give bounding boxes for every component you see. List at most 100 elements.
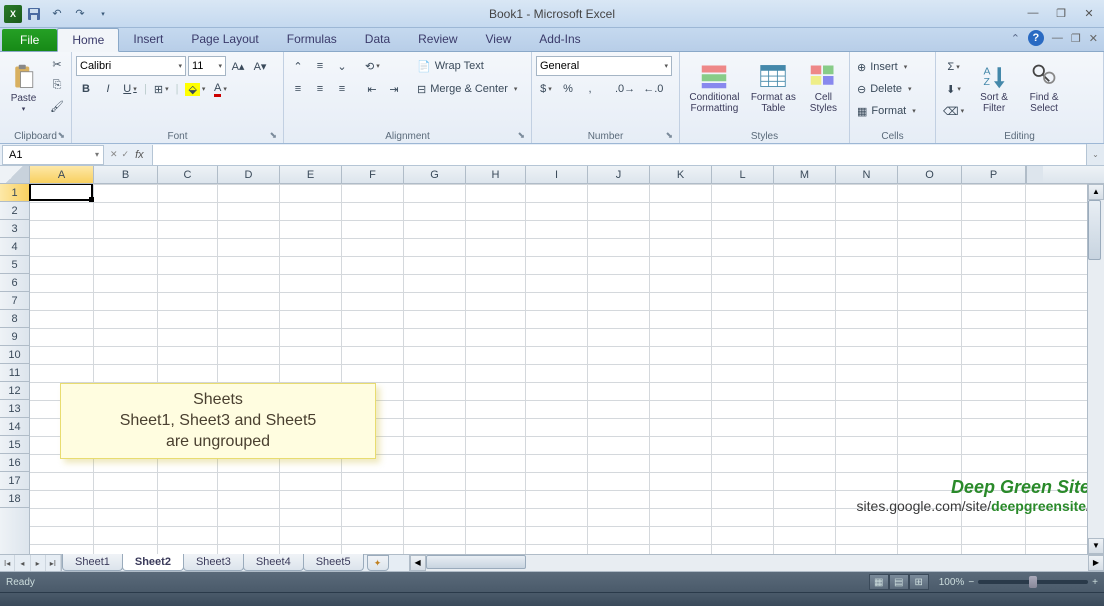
- mdi-restore-button[interactable]: ❐: [1071, 32, 1081, 45]
- row-header-1[interactable]: 1: [0, 184, 29, 202]
- shrink-font-button[interactable]: A▾: [250, 56, 270, 76]
- name-box[interactable]: A1: [2, 145, 104, 165]
- font-dialog-icon[interactable]: ⬊: [269, 130, 277, 141]
- prev-sheet-button[interactable]: ◂: [15, 555, 30, 571]
- col-header-G[interactable]: G: [404, 166, 466, 183]
- font-name-combo[interactable]: Calibri: [76, 56, 186, 76]
- paste-button[interactable]: Paste▾: [4, 54, 43, 122]
- last-sheet-button[interactable]: ▸I: [46, 555, 61, 571]
- number-format-combo[interactable]: General: [536, 56, 672, 76]
- row-header-8[interactable]: 8: [0, 310, 29, 328]
- font-color-button[interactable]: A: [210, 79, 230, 99]
- row-header-17[interactable]: 17: [0, 472, 29, 490]
- orientation-button[interactable]: ⟲: [362, 56, 383, 76]
- find-select-button[interactable]: Find & Select: [1021, 54, 1067, 122]
- align-middle-button[interactable]: ≡: [310, 56, 330, 76]
- col-header-D[interactable]: D: [218, 166, 280, 183]
- number-dialog-icon[interactable]: ⬊: [665, 130, 673, 141]
- scroll-left-button[interactable]: ◀: [410, 555, 426, 571]
- sort-filter-button[interactable]: AZ Sort & Filter: [971, 54, 1017, 122]
- conditional-formatting-button[interactable]: Conditional Formatting: [684, 54, 745, 122]
- clear-button[interactable]: ⌫: [940, 100, 967, 122]
- align-bottom-button[interactable]: ⌄: [332, 56, 352, 76]
- expand-formula-bar-icon[interactable]: ⌄: [1086, 144, 1104, 165]
- align-right-button[interactable]: ≡: [332, 79, 352, 99]
- formula-input[interactable]: [152, 145, 1086, 165]
- italic-button[interactable]: I: [98, 79, 118, 99]
- accounting-format-button[interactable]: $: [536, 79, 556, 99]
- col-header-C[interactable]: C: [158, 166, 218, 183]
- decrease-indent-button[interactable]: ⇤: [362, 79, 382, 99]
- row-header-7[interactable]: 7: [0, 292, 29, 310]
- scroll-right-button[interactable]: ▶: [1088, 555, 1104, 571]
- delete-cells-button[interactable]: ⊖Delete: [854, 78, 931, 100]
- row-header-5[interactable]: 5: [0, 256, 29, 274]
- format-as-table-button[interactable]: Format as Table: [749, 54, 798, 122]
- sheet-tab-sheet5[interactable]: Sheet5: [303, 554, 364, 571]
- row-header-13[interactable]: 13: [0, 400, 29, 418]
- tab-review[interactable]: Review: [404, 28, 471, 51]
- cells-area[interactable]: Sheets Sheet1, Sheet3 and Sheet5 are ung…: [30, 184, 1104, 554]
- tab-page-layout[interactable]: Page Layout: [177, 28, 272, 51]
- sheet-tab-sheet3[interactable]: Sheet3: [183, 554, 244, 571]
- col-header-I[interactable]: I: [526, 166, 588, 183]
- comma-button[interactable]: ,: [580, 79, 600, 99]
- close-button[interactable]: ✕: [1078, 7, 1100, 20]
- bold-button[interactable]: B: [76, 79, 96, 99]
- fx-icon[interactable]: fx: [135, 149, 152, 161]
- col-header-B[interactable]: B: [94, 166, 158, 183]
- minimize-button[interactable]: —: [1022, 7, 1044, 20]
- copy-button[interactable]: ⎘: [47, 75, 67, 95]
- alignment-dialog-icon[interactable]: ⬊: [517, 130, 525, 141]
- zoom-out-button[interactable]: −: [968, 577, 974, 588]
- redo-button[interactable]: ↷: [69, 3, 91, 25]
- row-header-11[interactable]: 11: [0, 364, 29, 382]
- format-cells-button[interactable]: ▦Format: [854, 100, 931, 122]
- col-header-M[interactable]: M: [774, 166, 836, 183]
- fill-color-button[interactable]: ⬙: [182, 79, 208, 99]
- merge-center-button[interactable]: ⊟Merge & Center: [414, 79, 524, 99]
- row-header-14[interactable]: 14: [0, 418, 29, 436]
- vertical-scrollbar[interactable]: ▲ ▼: [1087, 184, 1104, 554]
- new-sheet-button[interactable]: ✦: [367, 555, 389, 571]
- tab-home[interactable]: Home: [57, 28, 119, 52]
- cut-button[interactable]: ✂: [47, 54, 67, 74]
- tab-insert[interactable]: Insert: [119, 28, 177, 51]
- align-left-button[interactable]: ≡: [288, 79, 308, 99]
- horizontal-scrollbar[interactable]: ◀ ▶: [409, 555, 1104, 571]
- insert-cells-button[interactable]: ⊕Insert: [854, 56, 931, 78]
- underline-button[interactable]: U: [120, 79, 140, 99]
- fill-button[interactable]: ⬇: [940, 78, 967, 100]
- tab-view[interactable]: View: [472, 28, 526, 51]
- mdi-minimize-button[interactable]: —: [1052, 32, 1063, 44]
- zoom-level[interactable]: 100%: [939, 577, 965, 588]
- col-header-N[interactable]: N: [836, 166, 898, 183]
- row-header-10[interactable]: 10: [0, 346, 29, 364]
- autosum-button[interactable]: Σ: [940, 56, 967, 78]
- col-header-H[interactable]: H: [466, 166, 526, 183]
- row-header-9[interactable]: 9: [0, 328, 29, 346]
- row-header-15[interactable]: 15: [0, 436, 29, 454]
- col-header-K[interactable]: K: [650, 166, 712, 183]
- mdi-close-button[interactable]: ✕: [1089, 32, 1098, 45]
- col-header-A[interactable]: A: [30, 166, 94, 183]
- zoom-in-button[interactable]: +: [1092, 577, 1098, 588]
- format-painter-button[interactable]: 🖌: [47, 96, 67, 116]
- borders-button[interactable]: ⊞: [151, 79, 172, 99]
- next-sheet-button[interactable]: ▸: [31, 555, 46, 571]
- wrap-text-button[interactable]: 📄Wrap Text: [414, 56, 524, 76]
- row-header-2[interactable]: 2: [0, 202, 29, 220]
- file-tab[interactable]: File: [2, 29, 57, 51]
- row-header-4[interactable]: 4: [0, 238, 29, 256]
- save-button[interactable]: [23, 3, 45, 25]
- first-sheet-button[interactable]: I◂: [0, 555, 15, 571]
- scroll-up-button[interactable]: ▲: [1088, 184, 1104, 200]
- font-size-combo[interactable]: 11: [188, 56, 226, 76]
- percent-button[interactable]: %: [558, 79, 578, 99]
- row-header-18[interactable]: 18: [0, 490, 29, 508]
- row-header-12[interactable]: 12: [0, 382, 29, 400]
- undo-button[interactable]: ↶: [46, 3, 68, 25]
- maximize-button[interactable]: ❐: [1050, 7, 1072, 20]
- col-header-O[interactable]: O: [898, 166, 962, 183]
- sheet-tab-sheet2[interactable]: Sheet2: [122, 554, 184, 571]
